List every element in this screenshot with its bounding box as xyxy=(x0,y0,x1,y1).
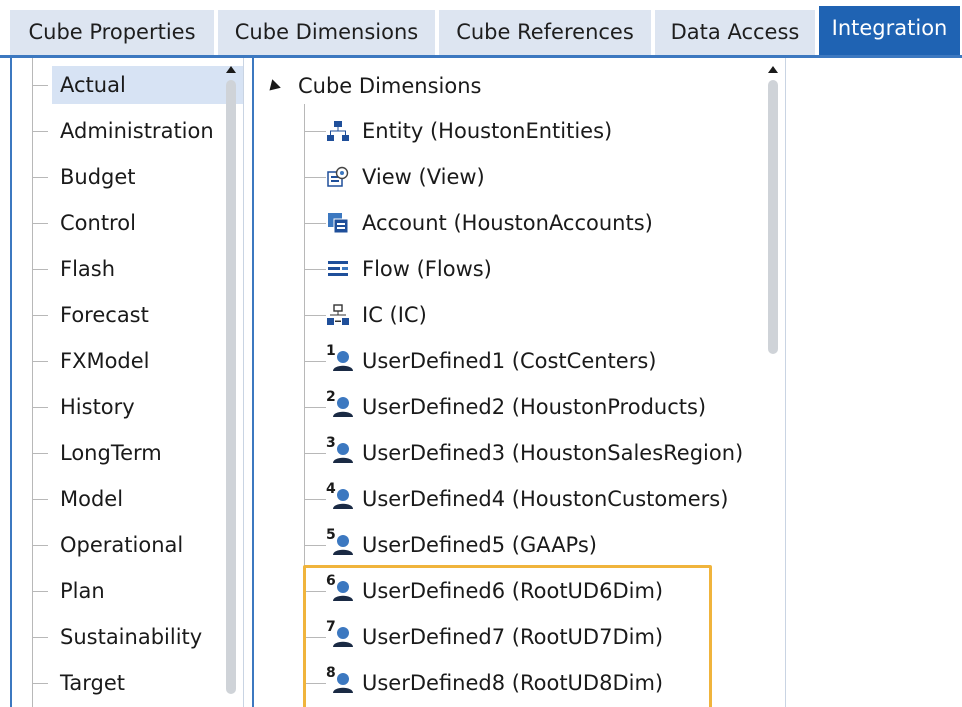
scenario-type-item[interactable]: FXModel xyxy=(32,342,218,380)
scenario-type-item[interactable]: Target xyxy=(32,664,218,702)
dimension-item-userdefined5[interactable]: 5 UserDefined5 (GAAPs) xyxy=(304,526,774,564)
scenario-type-item[interactable]: Model xyxy=(32,480,218,518)
scenario-type-label: Forecast xyxy=(60,303,149,327)
dimension-item-flow[interactable]: Flow (Flows) xyxy=(304,250,774,288)
tree-connector xyxy=(32,637,48,638)
scroll-up-arrow-icon[interactable] xyxy=(226,66,236,73)
dimension-label: Flow (Flows) xyxy=(362,257,492,281)
tree-connector xyxy=(32,499,48,500)
tree-connector xyxy=(304,315,326,316)
tab-integration[interactable]: Integration xyxy=(819,6,962,55)
tree-connector xyxy=(32,545,48,546)
collapse-triangle-icon[interactable] xyxy=(265,79,281,95)
tree-connector xyxy=(32,683,48,684)
tree-connector xyxy=(304,453,326,454)
middle-scrollbar-thumb[interactable] xyxy=(768,80,778,354)
dimension-label: Account (HoustonAccounts) xyxy=(362,211,653,235)
tab-cube-dimensions[interactable]: Cube Dimensions xyxy=(218,10,437,55)
scenario-type-item[interactable]: Actual xyxy=(32,66,243,104)
scroll-up-arrow-icon[interactable] xyxy=(768,66,778,73)
dimension-item-entity[interactable]: Entity (HoustonEntities) xyxy=(304,112,774,150)
scenario-type-item[interactable]: Control xyxy=(32,204,218,242)
ic-icon xyxy=(327,304,349,325)
flow-icon xyxy=(328,261,348,276)
tree-connector xyxy=(32,223,48,224)
tree-connector xyxy=(304,545,326,546)
scenario-type-item[interactable]: Forecast xyxy=(32,296,218,334)
scenario-type-label: Model xyxy=(60,487,124,511)
scenario-type-label: Administration xyxy=(60,119,214,143)
tab-bar: Cube Properties Cube Dimensions Cube Ref… xyxy=(0,0,962,58)
entity-icon xyxy=(327,121,349,141)
user-defined-icon xyxy=(333,397,353,417)
tree-connector xyxy=(32,361,48,362)
dimension-label: IC (IC) xyxy=(362,303,427,327)
tab-data-access[interactable]: Data Access xyxy=(655,10,817,55)
scenario-type-item[interactable]: Flash xyxy=(32,250,218,288)
tree-connector xyxy=(304,407,326,408)
tree-connector xyxy=(32,591,48,592)
scenario-type-label: Budget xyxy=(60,165,136,189)
scenario-type-label: Operational xyxy=(60,533,184,557)
scenario-type-label: Plan xyxy=(60,579,105,603)
tree-connector xyxy=(32,407,48,408)
dimension-label: UserDefined2 (HoustonProducts) xyxy=(362,395,707,419)
dimension-item-userdefined1[interactable]: 1 UserDefined1 (CostCenters) xyxy=(304,342,774,380)
tree-connector xyxy=(32,85,48,86)
tree-connector xyxy=(32,315,48,316)
tree-connector xyxy=(304,177,326,178)
dimension-label: UserDefined5 (GAAPs) xyxy=(362,533,597,557)
tree-connector xyxy=(304,223,326,224)
scenario-type-label: History xyxy=(60,395,135,419)
scenario-type-item[interactable]: Budget xyxy=(32,158,218,196)
user-defined-icon xyxy=(333,535,353,555)
dimension-label: UserDefined3 (HoustonSalesRegion) xyxy=(362,441,744,465)
tab-cube-references[interactable]: Cube References xyxy=(439,10,653,55)
scenario-type-label: Control xyxy=(60,211,136,235)
dimension-label: UserDefined4 (HoustonCustomers) xyxy=(362,487,729,511)
dimension-item-account[interactable]: Account (HoustonAccounts) xyxy=(304,204,774,242)
scenario-type-label: Sustainability xyxy=(60,625,203,649)
scenario-type-item[interactable]: Sustainability xyxy=(32,618,218,656)
view-icon xyxy=(327,166,349,187)
scenario-type-label: LongTerm xyxy=(60,441,162,465)
tab-cube-properties[interactable]: Cube Properties xyxy=(10,10,216,55)
tree-connector xyxy=(32,177,48,178)
tree-connector xyxy=(32,453,48,454)
scenario-type-label: FXModel xyxy=(60,349,150,373)
dimension-item-userdefined4[interactable]: 4 UserDefined4 (HoustonCustomers) xyxy=(304,480,774,518)
user-defined-icon xyxy=(333,443,353,463)
tree-connector xyxy=(304,499,326,500)
scenario-type-item[interactable]: Operational xyxy=(32,526,218,564)
tree-connector xyxy=(32,269,48,270)
tree-connector xyxy=(32,131,48,132)
user-defined-icon xyxy=(333,489,353,509)
left-scrollbar-thumb[interactable] xyxy=(226,80,236,694)
scenario-type-label: Target xyxy=(60,671,125,695)
user-defined-icon xyxy=(333,351,353,371)
dimension-item-userdefined3[interactable]: 3 UserDefined3 (HoustonSalesRegion) xyxy=(304,434,774,472)
account-icon xyxy=(328,213,349,234)
highlight-box xyxy=(303,565,712,707)
dimension-label: UserDefined1 (CostCenters) xyxy=(362,349,657,373)
dimension-item-view[interactable]: View (View) xyxy=(304,158,774,196)
dimension-item-ic[interactable]: IC (IC) xyxy=(304,296,774,334)
dimension-item-userdefined2[interactable]: 2 UserDefined2 (HoustonProducts) xyxy=(304,388,774,426)
scenario-type-item[interactable]: LongTerm xyxy=(32,434,218,472)
tree-root-label: Cube Dimensions xyxy=(298,74,482,98)
scenario-type-label: Actual xyxy=(52,66,243,104)
tree-connector xyxy=(304,269,326,270)
tree-connector xyxy=(304,361,326,362)
scenario-type-item[interactable]: Administration xyxy=(32,112,218,150)
dimension-label: Entity (HoustonEntities) xyxy=(362,119,613,143)
scenario-type-item[interactable]: History xyxy=(32,388,218,426)
scenario-type-label: Flash xyxy=(60,257,116,281)
scenario-type-list: Actual Administration Budget Control Fla… xyxy=(10,58,244,707)
scenario-type-item[interactable]: Plan xyxy=(32,572,218,610)
tree-connector xyxy=(304,131,326,132)
dimension-label: View (View) xyxy=(362,165,485,189)
